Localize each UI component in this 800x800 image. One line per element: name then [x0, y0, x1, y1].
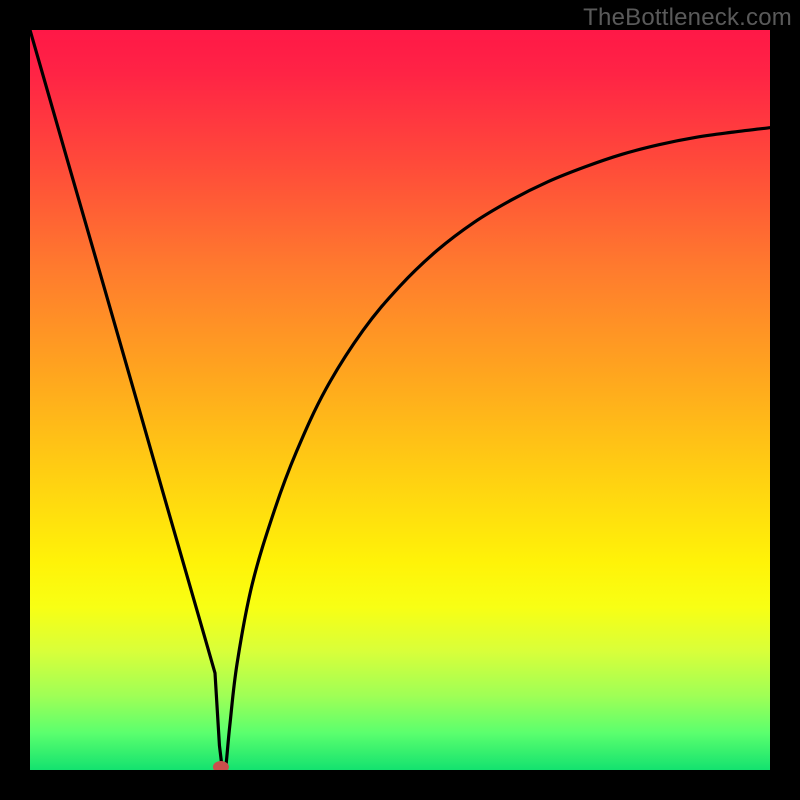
chart-frame: TheBottleneck.com — [0, 0, 800, 800]
bottleneck-curve — [30, 30, 770, 770]
plot-area — [30, 30, 770, 770]
curve-layer — [30, 30, 770, 770]
watermark-text: TheBottleneck.com — [583, 4, 792, 32]
